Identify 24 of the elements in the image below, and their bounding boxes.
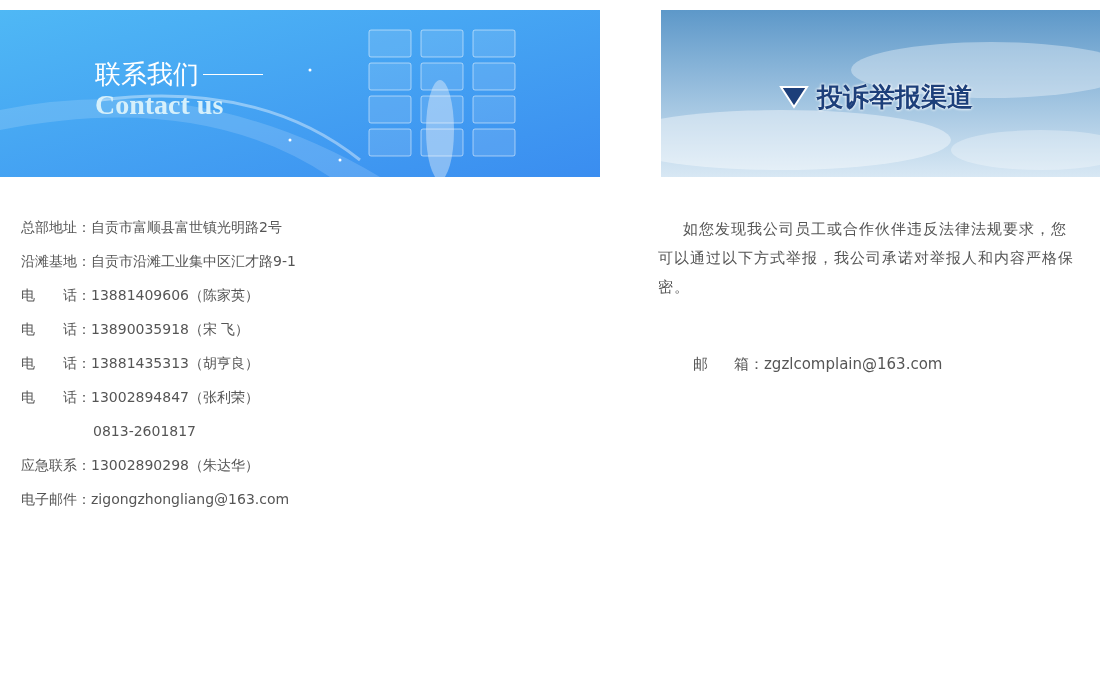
banner-title: 联系我们: [95, 58, 199, 90]
email-label: 邮箱: [693, 354, 749, 374]
contact-label: 总部地址: [21, 218, 77, 237]
contact-value: ：13002894847（张利荣）: [77, 388, 259, 407]
contact-label: 电话: [21, 354, 77, 373]
banner-title: 投诉举报渠道: [816, 80, 973, 113]
contact-value: ：13002890298（朱达华）: [77, 456, 259, 475]
contact-label: 沿滩基地: [21, 252, 77, 271]
contact-label: 电话: [21, 286, 77, 305]
triangle-icon: [778, 84, 809, 109]
contact-label: 电话: [21, 388, 77, 407]
contact-label: 电话: [21, 320, 77, 339]
contact-label: 电子邮件: [21, 490, 77, 509]
contact-value: ：自贡市富顺县富世镇光明路2号: [77, 218, 282, 237]
contact-label: 应急联系: [21, 456, 77, 475]
contact-value: 0813-2601817: [93, 422, 197, 441]
banner-subtitle: Contact us: [95, 90, 225, 120]
contact-value: ：zigongzhongliang@163.com: [77, 490, 290, 509]
complaint-paragraph: 如您发现我公司员工或合作伙伴违反法律法规要求，您可以通过以下方式举报，我公司承诺对举报人和内容严格保密。: [658, 219, 1075, 298]
contact-value: ：自贡市沿滩工业集中区汇才路9-1: [77, 252, 296, 271]
contact-value: ：13881435313（胡亨良）: [77, 354, 259, 373]
contact-value: ：13881409606（陈家英）: [77, 286, 259, 305]
email-value: ：zgzlcomplain@163.com: [749, 354, 943, 374]
contact-value: ：13890035918（宋 飞）: [77, 320, 250, 339]
